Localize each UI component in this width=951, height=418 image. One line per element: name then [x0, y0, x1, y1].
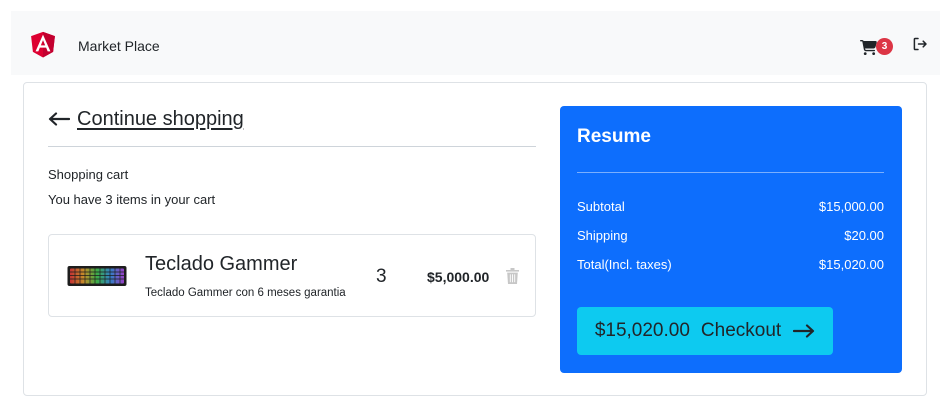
shipping-value: $20.00	[844, 228, 884, 243]
arrow-right-icon	[793, 324, 815, 338]
cart-card: Continue shopping Shopping cart You have…	[23, 82, 927, 396]
subtotal-label: Subtotal	[577, 199, 625, 214]
cart-item: Teclado Gammer Teclado Gammer con 6 mese…	[48, 234, 536, 317]
checkout-amount: $15,020.00	[594, 320, 690, 341]
logout-icon[interactable]	[912, 36, 928, 52]
total-value: $15,020.00	[818, 257, 884, 272]
trash-icon[interactable]	[506, 268, 519, 284]
subtotal-value: $15,000.00	[818, 199, 884, 214]
angular-logo[interactable]	[27, 27, 59, 61]
checkout-label: Checkout	[700, 320, 782, 341]
item-description: Teclado Gammer con 6 meses garantia	[145, 287, 346, 299]
shipping-row: Shipping $20.00	[577, 228, 884, 243]
brand-name[interactable]: Market Place	[78, 38, 160, 54]
total-row: Total(Incl. taxes) $15,020.00	[577, 257, 884, 272]
item-quantity: 3	[376, 266, 387, 287]
continue-shopping-link[interactable]: Continue shopping	[48, 105, 244, 133]
cart-item-count: You have 3 items in your cart	[48, 192, 216, 207]
subtotal-row: Subtotal $15,000.00	[577, 199, 884, 214]
keyboard-image	[67, 266, 127, 286]
shipping-label: Shipping	[577, 228, 628, 243]
item-name: Teclado Gammer	[145, 253, 298, 275]
item-price: $5,000.00	[427, 269, 490, 285]
summary-divider	[577, 172, 884, 173]
cart-title: Shopping cart	[48, 167, 129, 182]
continue-shopping-label: Continue shopping	[77, 107, 244, 130]
cart-icon	[860, 40, 877, 55]
order-summary-panel: Resume Subtotal $15,000.00 Shipping $20.…	[560, 106, 902, 373]
summary-title: Resume	[577, 126, 651, 147]
arrow-left-icon	[48, 112, 70, 126]
checkout-button[interactable]: $15,020.00 Checkout	[577, 307, 833, 355]
navbar: Market Place 3	[11, 11, 940, 75]
cart-button[interactable]: 3	[860, 35, 900, 57]
cart-count-badge: 3	[876, 38, 893, 55]
divider	[48, 146, 536, 147]
total-label: Total(Incl. taxes)	[577, 257, 672, 272]
